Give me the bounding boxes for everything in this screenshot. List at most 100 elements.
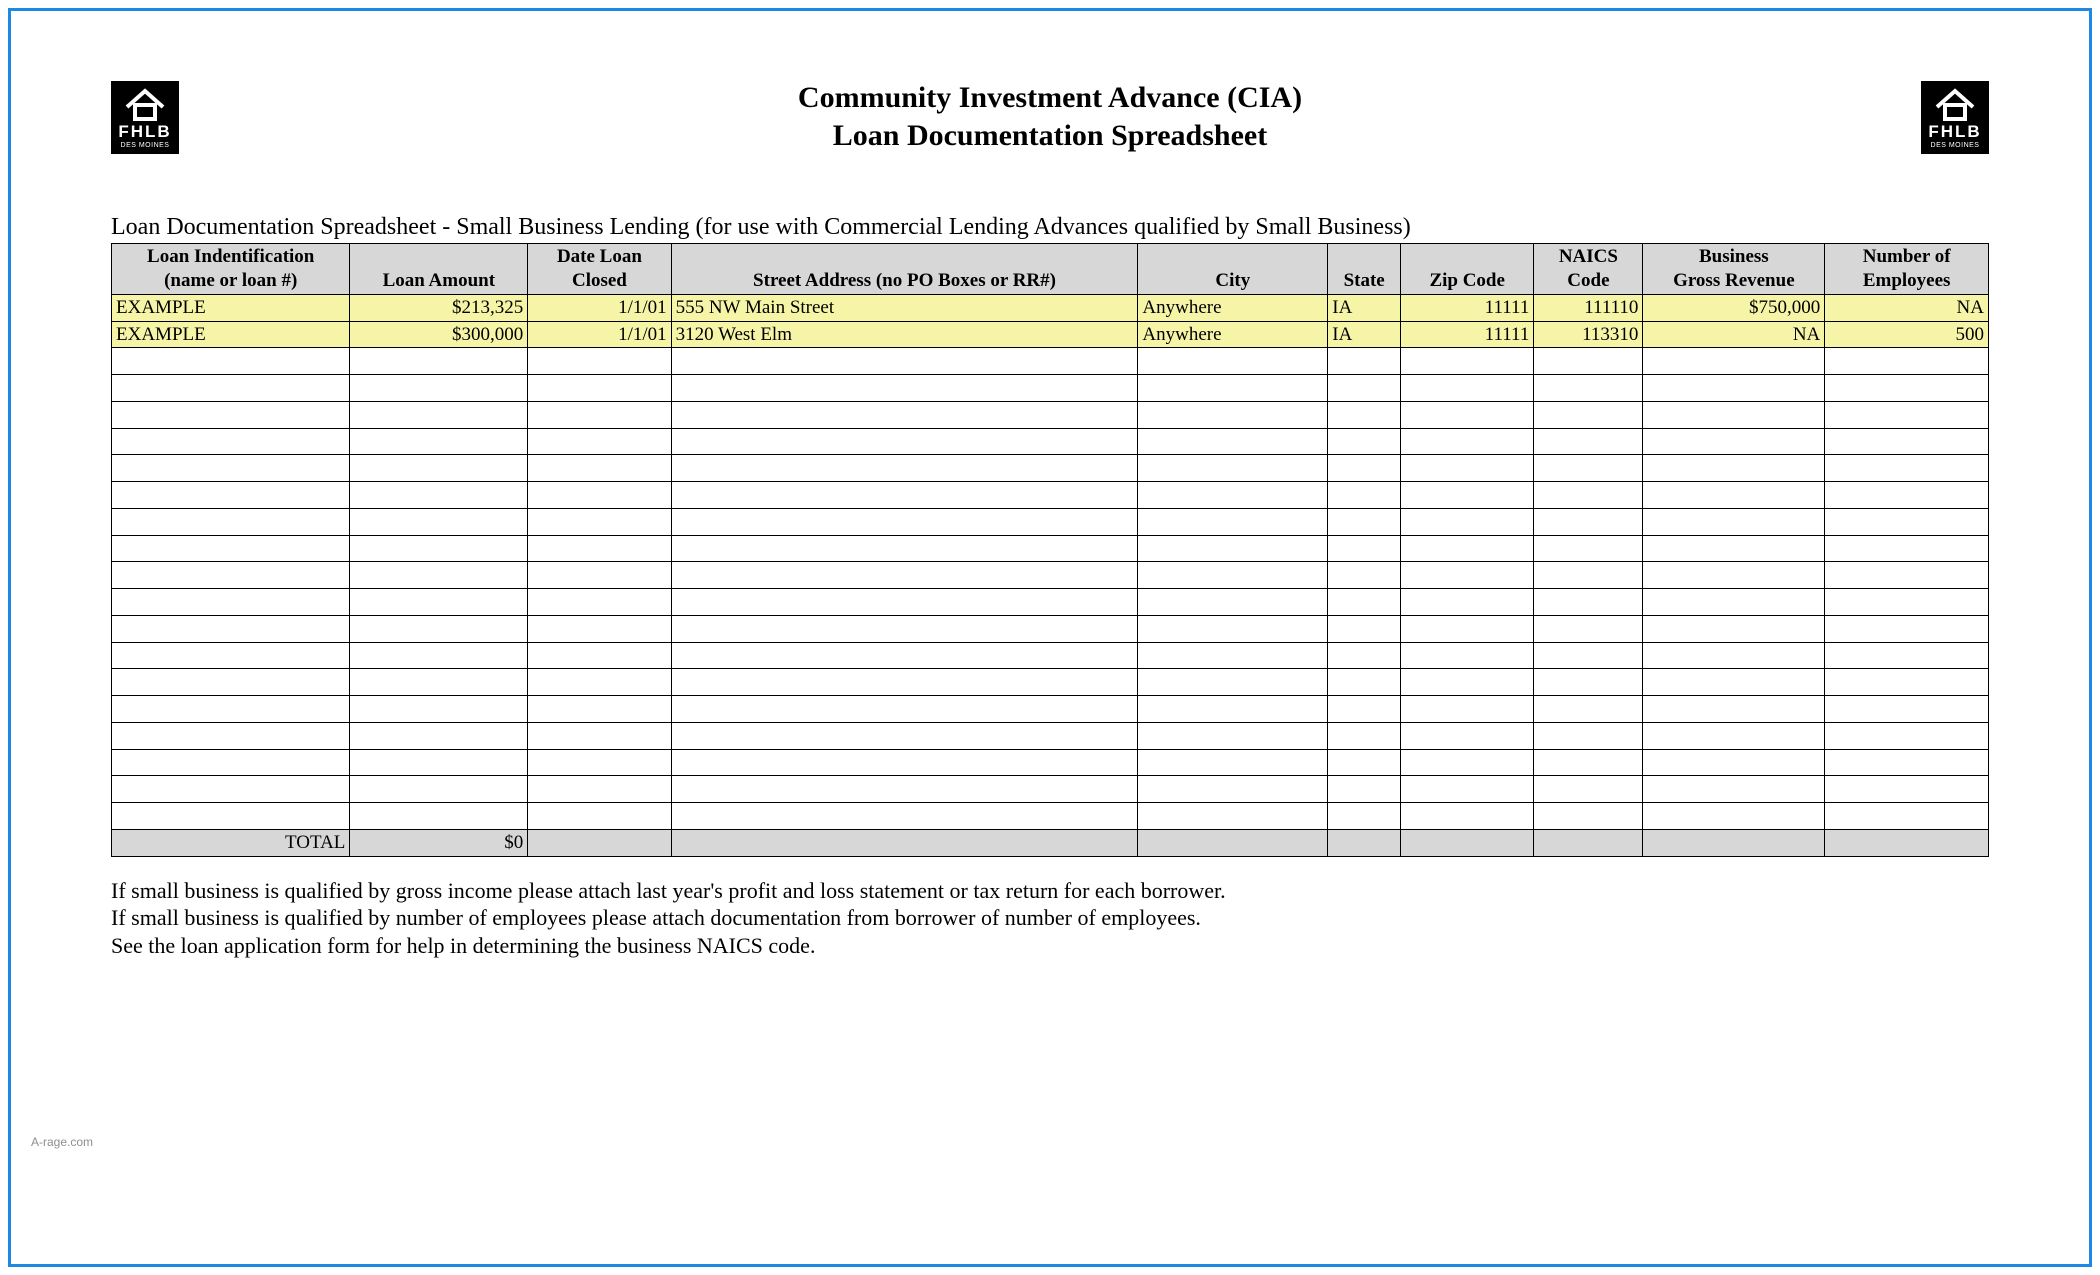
cell-empty [671,428,1138,455]
cell-empty [350,589,528,616]
cell-empty [1534,428,1643,455]
page-title-line2: Loan Documentation Spreadsheet [179,119,1921,153]
cell-empty [1643,776,1825,803]
cell-empty [1534,401,1643,428]
cell-empty [1401,428,1534,455]
cell-empty [1138,455,1328,482]
col-loan-id: Loan Indentification(name or loan #) [112,244,350,295]
fhlb-logo-left: FHLB DES MOINES [111,81,179,154]
cell-empty [350,669,528,696]
cell-empty [1534,589,1643,616]
cell-zip: 11111 [1401,294,1534,321]
cell-empty [1825,615,1989,642]
col-street: Street Address (no PO Boxes or RR#) [671,244,1138,295]
logo-text-2: DES MOINES [1931,142,1980,150]
cell-empty [671,803,1138,830]
cell-amount: $300,000 [350,321,528,348]
cell-empty [112,348,350,375]
cell-empty [1825,562,1989,589]
logo-text-2: DES MOINES [121,142,170,150]
table-row-empty [112,803,1989,830]
logo-text-1: FHLB [1928,123,1981,140]
cell-empty [1534,615,1643,642]
cell-empty [1534,348,1643,375]
cell-city: Anywhere [1138,321,1328,348]
cell-empty [350,375,528,402]
cell-empty [1138,562,1328,589]
footnote-line: If small business is qualified by gross … [111,877,1989,905]
cell-empty [671,642,1138,669]
cell-empty [1401,803,1534,830]
cell-empty [1138,669,1328,696]
cell-empty [350,482,528,509]
house-icon [121,85,169,121]
logo-text-1: FHLB [118,123,171,140]
cell-empty [350,722,528,749]
cell-empty [350,642,528,669]
table-row-empty [112,669,1989,696]
cell-empty [1643,669,1825,696]
cell-street: 555 NW Main Street [671,294,1138,321]
cell-empty [1825,776,1989,803]
cell-empty [1328,375,1401,402]
cell-empty [671,455,1138,482]
cell-empty [350,615,528,642]
cell-empty [671,348,1138,375]
cell-empty [1138,696,1328,723]
cell-empty [1534,482,1643,509]
table-row-empty [112,749,1989,776]
cell-empty [528,722,671,749]
cell-empty [1643,615,1825,642]
cell-empty [528,401,671,428]
cell-empty [1825,508,1989,535]
cell-empty [1401,535,1534,562]
table-row-empty [112,696,1989,723]
cell-empty [1401,348,1534,375]
col-revenue: BusinessGross Revenue [1643,244,1825,295]
cell-empty [1401,508,1534,535]
cell-empty [1643,428,1825,455]
header-row: FHLB DES MOINES Community Investment Adv… [111,81,1989,154]
cell-empty [112,455,350,482]
cell-empty [1401,589,1534,616]
cell-date: 1/1/01 [528,321,671,348]
cell-empty [112,535,350,562]
cell-empty [350,508,528,535]
cell-empty [671,722,1138,749]
cell-empty [528,375,671,402]
cell-empty [1328,348,1401,375]
cell-empty [112,696,350,723]
lead-text: Loan Documentation Spreadsheet - Small B… [111,214,1989,241]
cell-empty [528,615,671,642]
cell-empty [528,669,671,696]
cell-empty [112,776,350,803]
cell-empty [1328,508,1401,535]
cell-empty [1534,455,1643,482]
table-row-empty [112,455,1989,482]
cell-empty [1643,508,1825,535]
cell-empty [1643,722,1825,749]
cell-empty [350,696,528,723]
cell-empty [1328,428,1401,455]
cell-empty [1401,401,1534,428]
cell-empty [112,669,350,696]
cell-date: 1/1/01 [528,294,671,321]
cell-empty [350,535,528,562]
cell-empty [350,455,528,482]
page-title-line1: Community Investment Advance (CIA) [179,81,1921,115]
col-zip: Zip Code [1401,244,1534,295]
cell-empty [1328,615,1401,642]
cell-empty [1138,615,1328,642]
cell-empty [112,508,350,535]
cell-empty [1534,776,1643,803]
cell-empty [1534,696,1643,723]
cell-empty [671,615,1138,642]
col-loan-amount: Loan Amount [350,244,528,295]
col-city: City [1138,244,1328,295]
cell-empty [528,776,671,803]
cell-empty [1328,455,1401,482]
cell-empty [671,562,1138,589]
cell-empty [1401,375,1534,402]
cell-empty [1825,669,1989,696]
cell-empty [1138,401,1328,428]
